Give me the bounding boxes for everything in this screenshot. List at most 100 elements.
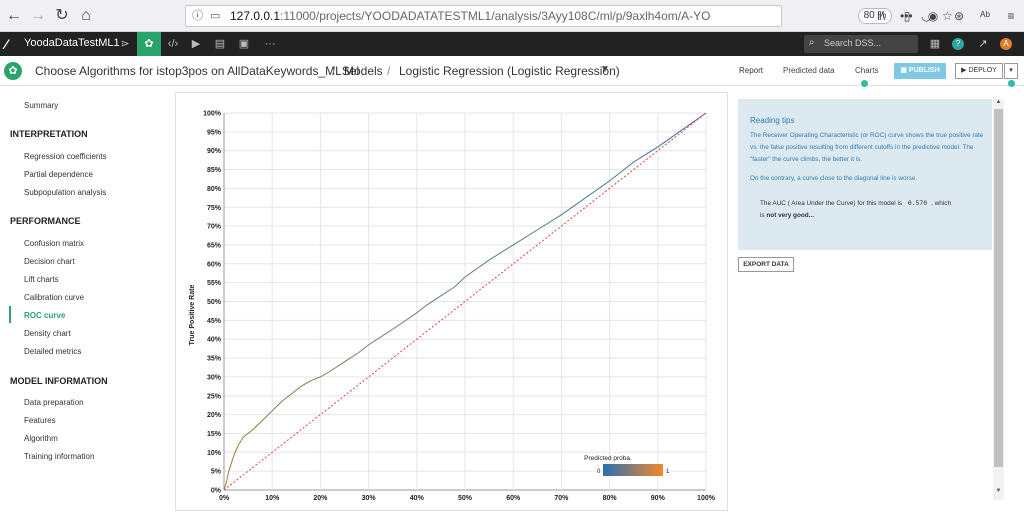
auc-statement: The AUC ( Area Under the Curve) for this…: [760, 199, 951, 219]
y-tick-label: 15%: [207, 431, 222, 438]
project-name[interactable]: YoodaDataTestML1: [24, 37, 120, 49]
sidebar-item-decision-chart[interactable]: Decision chart: [24, 257, 75, 266]
help-icon[interactable]: ?: [952, 38, 964, 50]
run-icon[interactable]: ▶: [188, 36, 204, 52]
y-tick-label: 65%: [207, 242, 222, 249]
x-tick-label: 30%: [362, 495, 377, 502]
sidebar: Summary INTERPRETATION Regression coeffi…: [0, 86, 175, 511]
tips-paragraph-2: On the contrary, a curve close to the di…: [750, 175, 918, 182]
tab-indicator: [861, 80, 868, 87]
extension2-icon[interactable]: ᴬᵇ: [976, 8, 994, 24]
y-tick-label: 100%: [203, 111, 222, 118]
code-icon[interactable]: ‹/›: [165, 36, 181, 52]
menu-icon[interactable]: ≡: [1002, 8, 1020, 24]
sidebar-item-regression-coefficients[interactable]: Regression coefficients: [24, 152, 107, 161]
deploy-indicator: [1008, 80, 1015, 87]
y-tick-label: 25%: [207, 393, 222, 400]
sidebar-item-training-information[interactable]: Training information: [24, 452, 94, 461]
reload-icon[interactable]: ↻: [52, 6, 72, 26]
y-tick-label: 40%: [207, 337, 222, 344]
auc-verdict: not very good...: [766, 212, 814, 219]
flow-icon[interactable]: ⋗: [117, 36, 133, 52]
y-tick-label: 5%: [211, 469, 222, 476]
sidebar-item-subpopulation-analysis[interactable]: Subpopulation analysis: [24, 188, 106, 197]
x-tick-label: 70%: [554, 495, 569, 502]
extension-icon[interactable]: ⊛: [950, 8, 968, 24]
tab-predicted-data[interactable]: Predicted data: [783, 66, 835, 75]
ml-icon[interactable]: ✿: [137, 32, 161, 56]
export-data-button[interactable]: EXPORT DATA: [738, 257, 794, 272]
library-icon[interactable]: ‖\: [872, 8, 890, 24]
deploy-dropdown-icon[interactable]: ▾: [1004, 63, 1018, 79]
sidebar-item-summary[interactable]: Summary: [24, 101, 58, 110]
back-icon[interactable]: ←: [4, 6, 24, 26]
url-bar[interactable]: ⓘ ▭ 127.0.0.1:11000/projects/YOODADATATE…: [185, 5, 953, 27]
x-tick-label: 60%: [506, 495, 521, 502]
y-tick-label: 60%: [207, 261, 222, 268]
tab-report[interactable]: Report: [739, 66, 763, 75]
chevron-down-icon[interactable]: ▼: [600, 64, 610, 75]
analysis-icon: ✿: [4, 62, 22, 80]
sidebar-icon[interactable]: ▯: [898, 8, 916, 24]
auc-value: 0.570: [907, 199, 928, 207]
colorbar-legend: Predicted proba. 0 1: [584, 455, 670, 476]
search-box[interactable]: ⌕ Search DSS...: [804, 35, 918, 53]
sidebar-item-data-preparation[interactable]: Data preparation: [24, 398, 84, 407]
y-tick-label: 30%: [207, 374, 222, 381]
sidebar-item-calibration-curve[interactable]: Calibration curve: [24, 293, 84, 302]
breadcrumb-separator: /: [332, 64, 336, 78]
breadcrumb-model[interactable]: Logistic Regression (Logistic Regression…: [399, 64, 620, 78]
sidebar-item-algorithm[interactable]: Algorithm: [24, 434, 58, 443]
sidebar-section-performance: PERFORMANCE: [10, 216, 81, 226]
deploy-button[interactable]: ▶ DEPLOY: [955, 63, 1003, 79]
y-tick-label: 20%: [207, 412, 222, 419]
active-item-marker: [9, 306, 11, 323]
more-icon[interactable]: ···: [262, 36, 278, 52]
scrollbar[interactable]: ▲ ▼: [993, 99, 1004, 500]
publish-button[interactable]: ▣ PUBLISH: [894, 63, 946, 79]
y-tick-label: 90%: [207, 148, 222, 155]
tips-paragraph-1: The Receiver Operating Characteristic (o…: [750, 132, 984, 163]
search-input[interactable]: Search DSS...: [824, 38, 881, 48]
breadcrumb-analysis[interactable]: Choose Algorithms for istop3pos on AllDa…: [35, 64, 359, 78]
roc-chart-panel: 0% 5% 10% 15% 20% 25% 30% 35% 40% 45% 50% 55% 60% 65%…: [175, 92, 728, 511]
permissions-icon[interactable]: ▭: [210, 6, 220, 26]
y-tick-label: 70%: [207, 224, 222, 231]
sidebar-item-lift-charts[interactable]: Lift charts: [24, 275, 59, 284]
dss-logo-icon[interactable]: ⁄: [5, 36, 7, 52]
sidebar-item-detailed-metrics[interactable]: Detailed metrics: [24, 347, 81, 356]
y-tick-label: 35%: [207, 356, 222, 363]
dashboards-icon[interactable]: ▣: [236, 36, 252, 52]
x-tick-label: 80%: [603, 495, 618, 502]
forward-icon[interactable]: →: [28, 6, 48, 26]
scroll-down-icon[interactable]: ▼: [994, 488, 1003, 498]
home-icon[interactable]: ⌂: [76, 6, 96, 26]
y-tick-label: 55%: [207, 280, 222, 287]
breadcrumb-models[interactable]: Models: [344, 64, 383, 78]
search-icon: ⌕: [809, 37, 815, 48]
sidebar-item-confusion-matrix[interactable]: Confusion matrix: [24, 239, 84, 248]
sidebar-item-partial-dependence[interactable]: Partial dependence: [24, 170, 93, 179]
scrollbar-thumb[interactable]: [994, 109, 1003, 467]
sidebar-item-density-chart[interactable]: Density chart: [24, 329, 71, 338]
browser-toolbar: ← → ↻ ⌂ ⓘ ▭ 127.0.0.1:11000/projects/YOO…: [0, 0, 1024, 32]
account-icon[interactable]: ◉: [924, 8, 942, 24]
sidebar-item-features[interactable]: Features: [24, 416, 56, 425]
tips-title: Reading tips: [750, 116, 795, 125]
info-icon[interactable]: ⓘ: [192, 6, 203, 26]
x-tick-label: 90%: [651, 495, 666, 502]
activity-icon[interactable]: ↗: [975, 36, 991, 52]
colorbar-min: 0: [597, 469, 601, 475]
scroll-up-icon[interactable]: ▲: [994, 99, 1003, 109]
tab-charts[interactable]: Charts: [855, 66, 879, 75]
y-axis-label: True Positive Rate: [189, 285, 196, 346]
sidebar-section-interpretation: INTERPRETATION: [10, 129, 88, 139]
x-tick-label: 0%: [219, 495, 230, 502]
jobs-icon[interactable]: ▤: [212, 36, 228, 52]
apps-grid-icon[interactable]: ▦: [927, 36, 943, 52]
x-tick-label: 20%: [313, 495, 328, 502]
sidebar-item-roc-curve[interactable]: ROC curve: [24, 311, 65, 320]
x-tick-label: 100%: [697, 495, 716, 502]
user-avatar[interactable]: A: [1000, 38, 1012, 50]
colorbar-title: Predicted proba.: [584, 455, 632, 462]
